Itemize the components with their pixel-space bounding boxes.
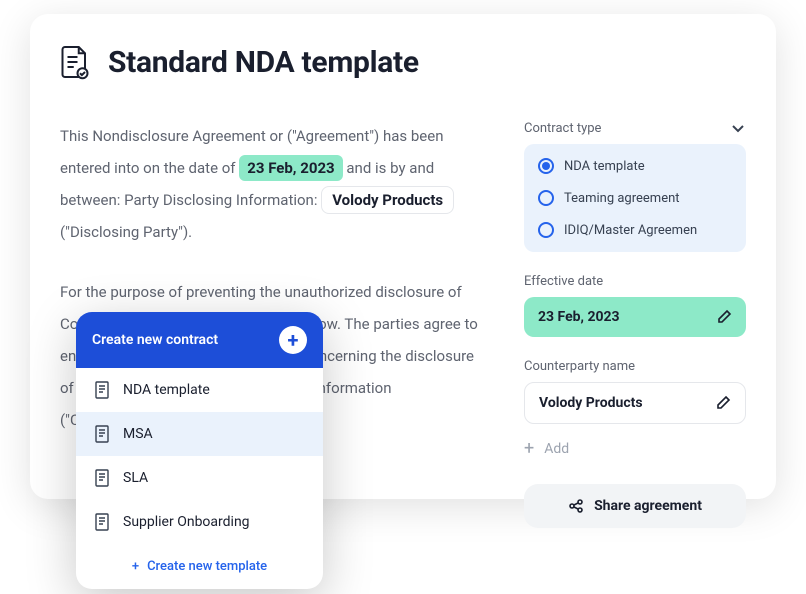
effective-date-label: Effective date bbox=[524, 274, 603, 289]
chevron-down-icon bbox=[730, 120, 746, 136]
dropdown-item-msa[interactable]: MSA bbox=[76, 412, 323, 456]
body-text: ("Disclosing Party"). bbox=[60, 223, 192, 241]
radio-nda-template[interactable]: NDA template bbox=[538, 158, 732, 174]
edit-icon bbox=[715, 395, 731, 411]
date-highlight[interactable]: 23 Feb, 2023 bbox=[239, 155, 342, 181]
radio-icon bbox=[538, 190, 554, 206]
share-icon bbox=[568, 498, 584, 514]
radio-idiq-master[interactable]: IDIQ/Master Agreemen bbox=[538, 222, 732, 238]
document-icon bbox=[60, 44, 90, 80]
dropdown-item-sla[interactable]: SLA bbox=[76, 456, 323, 500]
plus-circle-icon: + bbox=[279, 326, 307, 354]
template-icon bbox=[94, 381, 110, 399]
edit-icon bbox=[716, 309, 732, 325]
dropdown-item-nda-template[interactable]: NDA template bbox=[76, 368, 323, 412]
create-contract-header[interactable]: Create new contract + bbox=[76, 312, 323, 368]
plus-icon: + bbox=[132, 559, 139, 574]
effective-date-field[interactable]: 23 Feb, 2023 bbox=[524, 297, 746, 337]
template-icon bbox=[94, 469, 110, 487]
contract-type-label[interactable]: Contract type bbox=[524, 120, 746, 136]
template-icon bbox=[94, 513, 110, 531]
radio-teaming-agreement[interactable]: Teaming agreement bbox=[538, 190, 732, 206]
contract-type-options: NDA template Teaming agreement IDIQ/Mast… bbox=[524, 144, 746, 252]
party-chip[interactable]: Volody Products bbox=[321, 186, 454, 214]
radio-icon bbox=[538, 158, 554, 174]
template-icon bbox=[94, 425, 110, 443]
header: Standard NDA template bbox=[60, 44, 746, 80]
share-agreement-button[interactable]: Share agreement bbox=[524, 484, 746, 528]
plus-icon: + bbox=[524, 440, 534, 458]
dropdown-item-supplier-onboarding[interactable]: Supplier Onboarding bbox=[76, 500, 323, 544]
add-button[interactable]: + Add bbox=[524, 440, 746, 458]
sidebar: Contract type NDA template Teaming agree… bbox=[524, 120, 746, 528]
create-new-template-button[interactable]: + Create new template bbox=[76, 544, 323, 589]
counterparty-field[interactable]: Volody Products bbox=[524, 382, 746, 424]
page-title: Standard NDA template bbox=[108, 45, 419, 80]
radio-icon bbox=[538, 222, 554, 238]
create-contract-dropdown: Create new contract + NDA template MSA S… bbox=[76, 312, 323, 589]
counterparty-label: Counterparty name bbox=[524, 359, 635, 374]
